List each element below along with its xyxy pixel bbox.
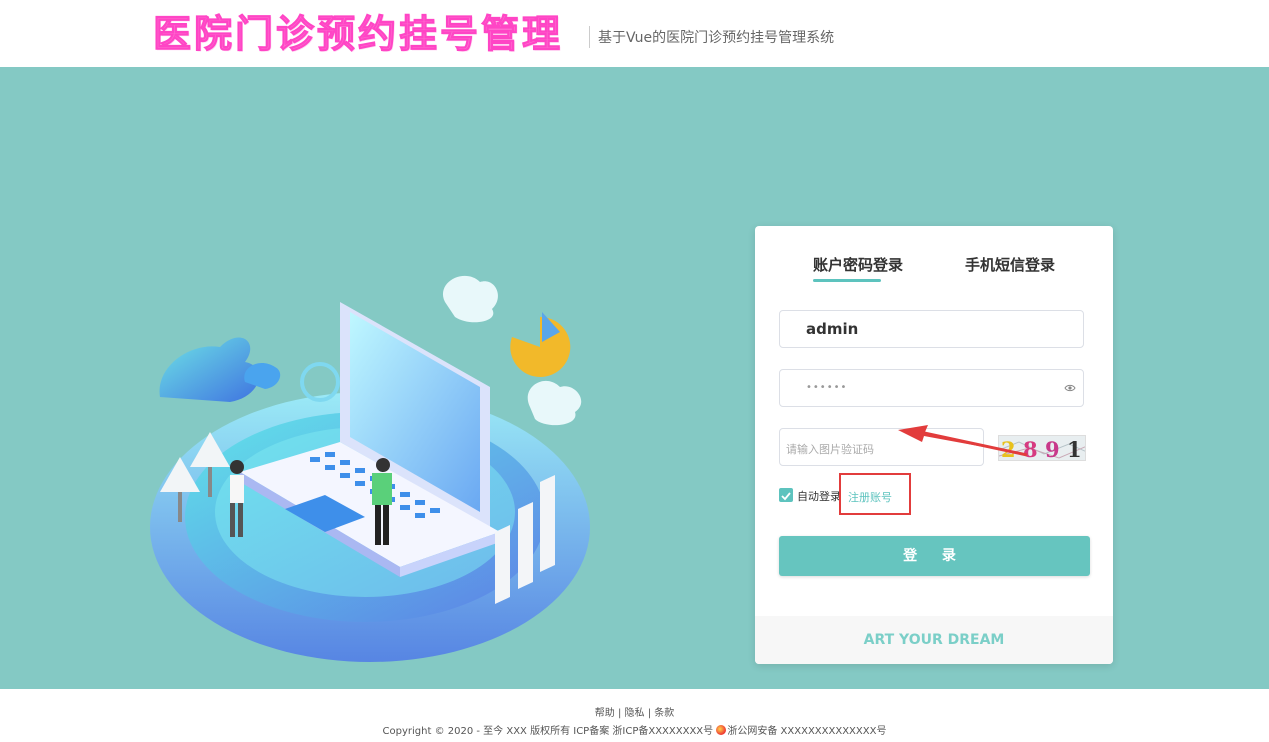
card-footer: ART YOUR DREAM [755, 616, 1113, 664]
main-area: 账户密码登录 手机短信登录 admin •••••• 请输入图片验证码 2 8 … [0, 67, 1269, 689]
password-input[interactable]: •••••• [779, 369, 1084, 407]
copyright-text: Copyright © 2020 - 至今 XXX 版权所有 ICP备案 浙IC… [382, 726, 714, 737]
auto-login-label[interactable]: 自动登录 [797, 488, 841, 504]
annotation-highlight-box [839, 473, 911, 515]
header-divider [589, 26, 590, 48]
footer-links: 帮助 | 隐私 | 条款 [0, 704, 1269, 719]
active-tab-indicator [813, 279, 881, 282]
footer-separator: | [647, 708, 652, 719]
captcha-char-4: 1 [1067, 437, 1082, 461]
captcha-char-3: 9 [1045, 437, 1060, 461]
captcha-image[interactable]: 2 8 9 1 [998, 435, 1086, 461]
login-card: 账户密码登录 手机短信登录 admin •••••• 请输入图片验证码 2 8 … [755, 226, 1113, 664]
captcha-char-2: 8 [1023, 437, 1038, 461]
slogan: ART YOUR DREAM [863, 632, 1005, 648]
brand-subtitle: 基于Vue的医院门诊预约挂号管理系统 [598, 30, 835, 46]
auto-login-checkbox[interactable] [779, 488, 793, 502]
captcha-placeholder: 请输入图片验证码 [786, 443, 874, 456]
page-footer: 帮助 | 隐私 | 条款 Copyright © 2020 - 至今 XXX 版… [0, 689, 1269, 742]
check-icon [781, 492, 791, 501]
copyright-line: Copyright © 2020 - 至今 XXX 版权所有 ICP备案 浙IC… [0, 722, 1269, 737]
eye-icon[interactable] [1064, 382, 1076, 394]
footer-link-terms[interactable]: 条款 [654, 708, 674, 719]
tab-sms-login[interactable]: 手机短信登录 [965, 254, 1055, 275]
login-button[interactable]: 登 录 [779, 536, 1090, 576]
captcha-input[interactable]: 请输入图片验证码 [779, 428, 984, 466]
password-value: •••••• [806, 382, 848, 393]
captcha-char-1: 2 [1001, 437, 1016, 461]
brand-title: 医院门诊预约挂号管理 [152, 11, 564, 57]
police-record: 浙公网安备 XXXXXXXXXXXXXX号 [727, 726, 887, 737]
footer-separator: | [617, 708, 622, 719]
footer-link-help[interactable]: 帮助 [595, 708, 615, 719]
page-header: 医院门诊预约挂号管理 基于Vue的医院门诊预约挂号管理系统 [0, 0, 1269, 67]
hero-illustration [150, 275, 590, 662]
footer-link-privacy[interactable]: 隐私 [625, 708, 645, 719]
username-value: admin [806, 320, 859, 338]
police-badge-icon [716, 725, 727, 735]
username-input[interactable]: admin [779, 310, 1084, 348]
tab-account-login[interactable]: 账户密码登录 [813, 254, 903, 275]
